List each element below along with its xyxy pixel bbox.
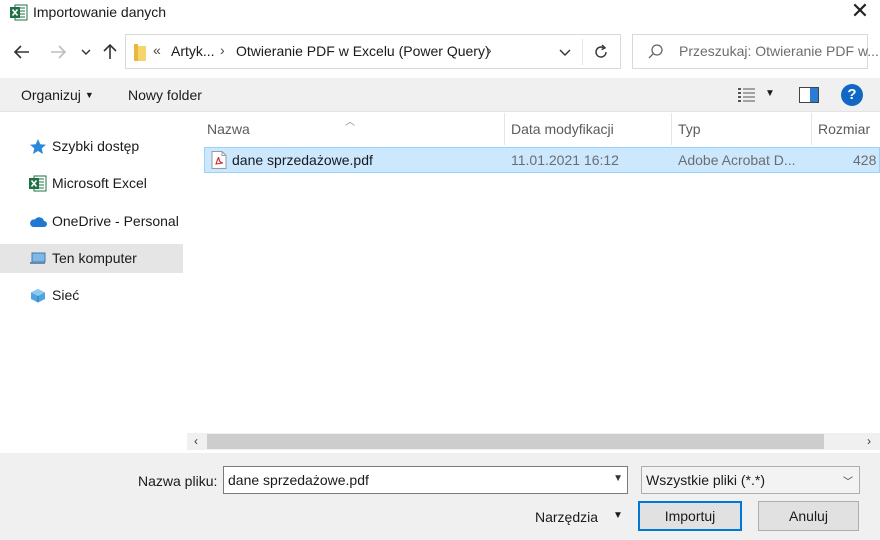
file-type-filter-value: Wszystkie pliki (*.*) [646,472,766,488]
sidebar-item-label: Microsoft Excel [52,175,147,191]
import-button[interactable]: Importuj [638,501,742,531]
address-segment-1[interactable]: Artyk... [171,43,215,59]
sidebar-item-quick-access[interactable]: Szybki dostęp [0,132,183,161]
scroll-left-icon[interactable]: ‹ [187,433,205,450]
excel-icon [10,4,28,21]
command-toolbar: Organizuj ▼ Nowy folder ▼ ? [0,78,880,112]
close-icon: ✕ [850,0,870,23]
sidebar-item-network[interactable]: Sieć [0,281,183,310]
sidebar-item-label: OneDrive - Personal [52,213,179,229]
scroll-right-icon[interactable]: › [860,433,878,450]
file-list: Nazwa ︿ Data modyfikacji Typ Rozmiar dan… [187,113,880,433]
column-header-label: Rozmiar [818,121,871,137]
column-header-label: Data modyfikacji [511,121,614,137]
folder-icon [134,44,146,61]
divider [582,39,583,65]
navigation-bar: « Artyk... › Otwieranie PDF w Excelu (Po… [0,30,880,74]
column-header-type[interactable]: Typ [672,113,812,145]
sidebar-item-label: Szybki dostęp [52,138,140,154]
close-button[interactable]: ✕ [846,0,874,24]
dialog-footer: Nazwa pliku: dane sprzedażowe.pdf ▼ Wszy… [0,453,880,540]
column-header-size[interactable]: Rozmiar [812,113,880,145]
address-overflow[interactable]: « [153,42,161,58]
chevron-down-icon: ﹀ [843,477,853,488]
search-input[interactable]: Przeszukaj: Otwieranie PDF w... [679,43,879,59]
cloud-icon [30,217,47,227]
sidebar-item-label: Sieć [52,287,80,303]
help-icon[interactable]: ? [841,84,863,106]
address-separator[interactable]: › [487,42,492,58]
scrollbar-thumb[interactable] [207,434,824,449]
chevron-down-icon[interactable] [78,40,94,64]
view-caret-icon[interactable]: ▼ [765,88,775,99]
filename-field[interactable]: dane sprzedażowe.pdf ▼ [223,466,628,494]
file-name: dane sprzedażowe.pdf [232,152,373,168]
title-bar: Importowanie danych ✕ [0,0,880,26]
filename-label: Nazwa pliku: [138,473,218,489]
sidebar-item-onedrive[interactable]: OneDrive - Personal [0,207,183,236]
new-folder-button[interactable]: Nowy folder [128,87,202,103]
file-type: Adobe Acrobat D... [678,152,796,168]
column-header-modified[interactable]: Data modyfikacji [505,113,672,145]
chevron-down-icon[interactable] [553,41,577,63]
excel-icon [29,175,47,192]
address-bar[interactable]: « Artyk... › Otwieranie PDF w Excelu (Po… [125,34,621,69]
network-icon [31,289,45,303]
caret-down-icon[interactable]: ▼ [613,510,623,521]
file-modified: 11.01.2021 16:12 [511,152,619,168]
organize-label: Organizuj [21,87,81,103]
column-header-label: Nazwa [207,121,250,137]
search-icon [648,44,663,59]
sort-ascending-icon: ︿ [345,117,355,128]
computer-icon [30,252,46,264]
cancel-button[interactable]: Anuluj [758,501,859,531]
filename-value[interactable]: dane sprzedażowe.pdf [228,472,369,488]
horizontal-scrollbar[interactable]: ‹ › [187,433,880,450]
back-arrow-icon[interactable] [10,40,34,64]
file-size: 428 [853,152,877,168]
sidebar-item-label: Ten komputer [52,250,137,266]
preview-pane-icon[interactable] [799,87,819,103]
caret-down-icon: ▼ [84,90,94,100]
navigation-pane: Szybki dostęp Microsoft Excel OneDrive -… [0,113,187,453]
address-segment-2[interactable]: Otwieranie PDF w Excelu (Power Query) [236,43,490,59]
window-title: Importowanie danych [33,4,167,20]
table-row[interactable]: dane sprzedażowe.pdf 11.01.2021 16:12 Ad… [204,147,880,173]
sidebar-item-microsoft-excel[interactable]: Microsoft Excel [0,169,183,198]
column-header-label: Typ [678,121,701,137]
chevron-down-icon[interactable]: ▼ [613,473,623,484]
up-arrow-icon[interactable] [98,40,122,64]
star-icon [30,139,46,154]
refresh-icon[interactable] [589,41,613,63]
sidebar-item-this-pc[interactable]: Ten komputer [0,244,183,273]
view-options-icon[interactable] [738,87,756,103]
search-box[interactable]: Przeszukaj: Otwieranie PDF w... [632,34,879,69]
address-separator[interactable]: › [220,42,225,58]
pdf-file-icon [211,151,227,169]
organize-button[interactable]: Organizuj ▼ [21,87,94,103]
forward-arrow-icon[interactable] [46,40,70,64]
file-type-filter[interactable]: Wszystkie pliki (*.*) ﹀ [641,466,860,494]
tools-button[interactable]: Narzędzia [535,509,598,525]
